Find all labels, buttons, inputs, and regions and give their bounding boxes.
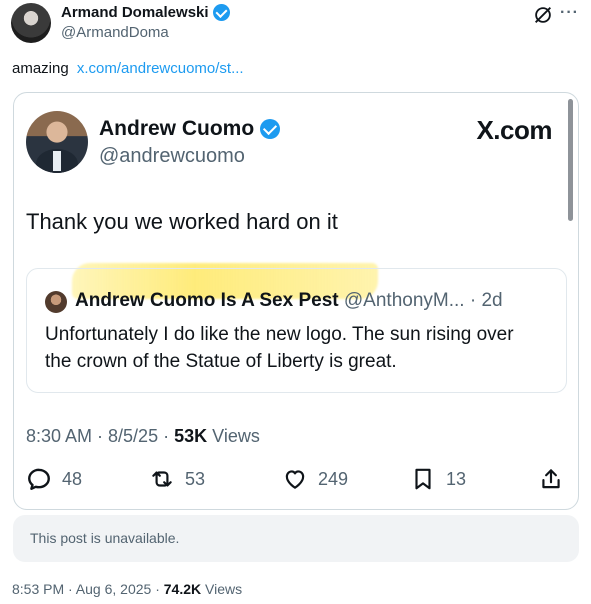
share-icon <box>542 469 560 489</box>
repost-icon <box>152 471 172 487</box>
unavailable-text: This post is unavailable. <box>30 530 180 546</box>
unavailable-post-notice: This post is unavailable. <box>13 515 579 562</box>
embedded-post-text: Thank you we worked hard on it <box>26 209 338 234</box>
post-footer-meta: 8:53 PM · Aug 6, 2025 · 74.2K Views <box>12 581 242 597</box>
author-name[interactable]: Armand Domalewski <box>61 4 209 21</box>
views-count: 53K <box>174 426 208 446</box>
quoted-author-handle: @AnthonyM... <box>343 290 465 311</box>
footer-views-label: Views <box>205 581 243 597</box>
quoted-author-avatar <box>45 291 67 313</box>
verified-badge-icon <box>212 4 230 21</box>
repost-count: 53 <box>185 468 206 489</box>
heart-icon <box>285 470 305 489</box>
quoted-post-header: Andrew Cuomo Is A Sex Pest @AnthonyM... … <box>75 290 503 312</box>
quoted-author-name: Andrew Cuomo Is A Sex Pest <box>75 290 339 311</box>
author-avatar[interactable] <box>11 3 51 43</box>
share-button[interactable] <box>538 466 564 492</box>
embedded-post-meta: 8:30 AM · 8/5/25 · 53K Views <box>26 426 260 447</box>
embedded-author-avatar[interactable] <box>26 111 88 173</box>
x-brand-logo: X.com <box>476 115 552 145</box>
footer-timestamp[interactable]: 8:53 PM · Aug 6, 2025 · <box>12 581 160 597</box>
views-label: Views <box>212 426 260 446</box>
bookmark-button[interactable]: 13 <box>410 466 466 492</box>
post-link[interactable]: x.com/andrewcuomo/st... <box>77 60 244 77</box>
quoted-post-age: · 2d <box>469 290 503 311</box>
embedded-author-name[interactable]: Andrew Cuomo <box>99 117 254 141</box>
bookmark-count: 13 <box>446 468 467 489</box>
embedded-author-name-row[interactable]: Andrew Cuomo <box>99 117 281 141</box>
reply-count: 48 <box>62 468 83 489</box>
like-count: 249 <box>318 468 349 489</box>
embedded-post-card[interactable]: Andrew Cuomo @andrewcuomo X.com Thank yo… <box>13 92 579 510</box>
author-handle[interactable]: @ArmandDoma <box>61 24 169 41</box>
quoted-post-text: Unfortunately I do like the new logo. Th… <box>45 324 514 372</box>
embedded-author-handle[interactable]: @andrewcuomo <box>99 145 245 168</box>
post-body: amazing <box>12 60 69 77</box>
repost-button[interactable]: 53 <box>149 466 205 492</box>
like-button[interactable]: 249 <box>282 466 348 492</box>
post-timestamp[interactable]: 8:30 AM · 8/5/25 · <box>26 426 169 446</box>
grok-icon[interactable] <box>532 4 554 26</box>
author-name-row[interactable]: Armand Domalewski <box>61 4 230 21</box>
post-text: amazing x.com/andrewcuomo/st... <box>12 60 244 77</box>
quoted-post[interactable]: Andrew Cuomo Is A Sex Pest @AnthonyM... … <box>26 268 567 393</box>
reply-icon <box>28 468 50 490</box>
reply-button[interactable]: 48 <box>26 466 82 492</box>
footer-views-count: 74.2K <box>163 581 202 597</box>
more-options-icon[interactable]: ··· <box>560 4 579 22</box>
bookmark-icon <box>415 468 431 490</box>
verified-badge-icon <box>260 119 281 139</box>
scrollbar[interactable] <box>568 99 573 221</box>
